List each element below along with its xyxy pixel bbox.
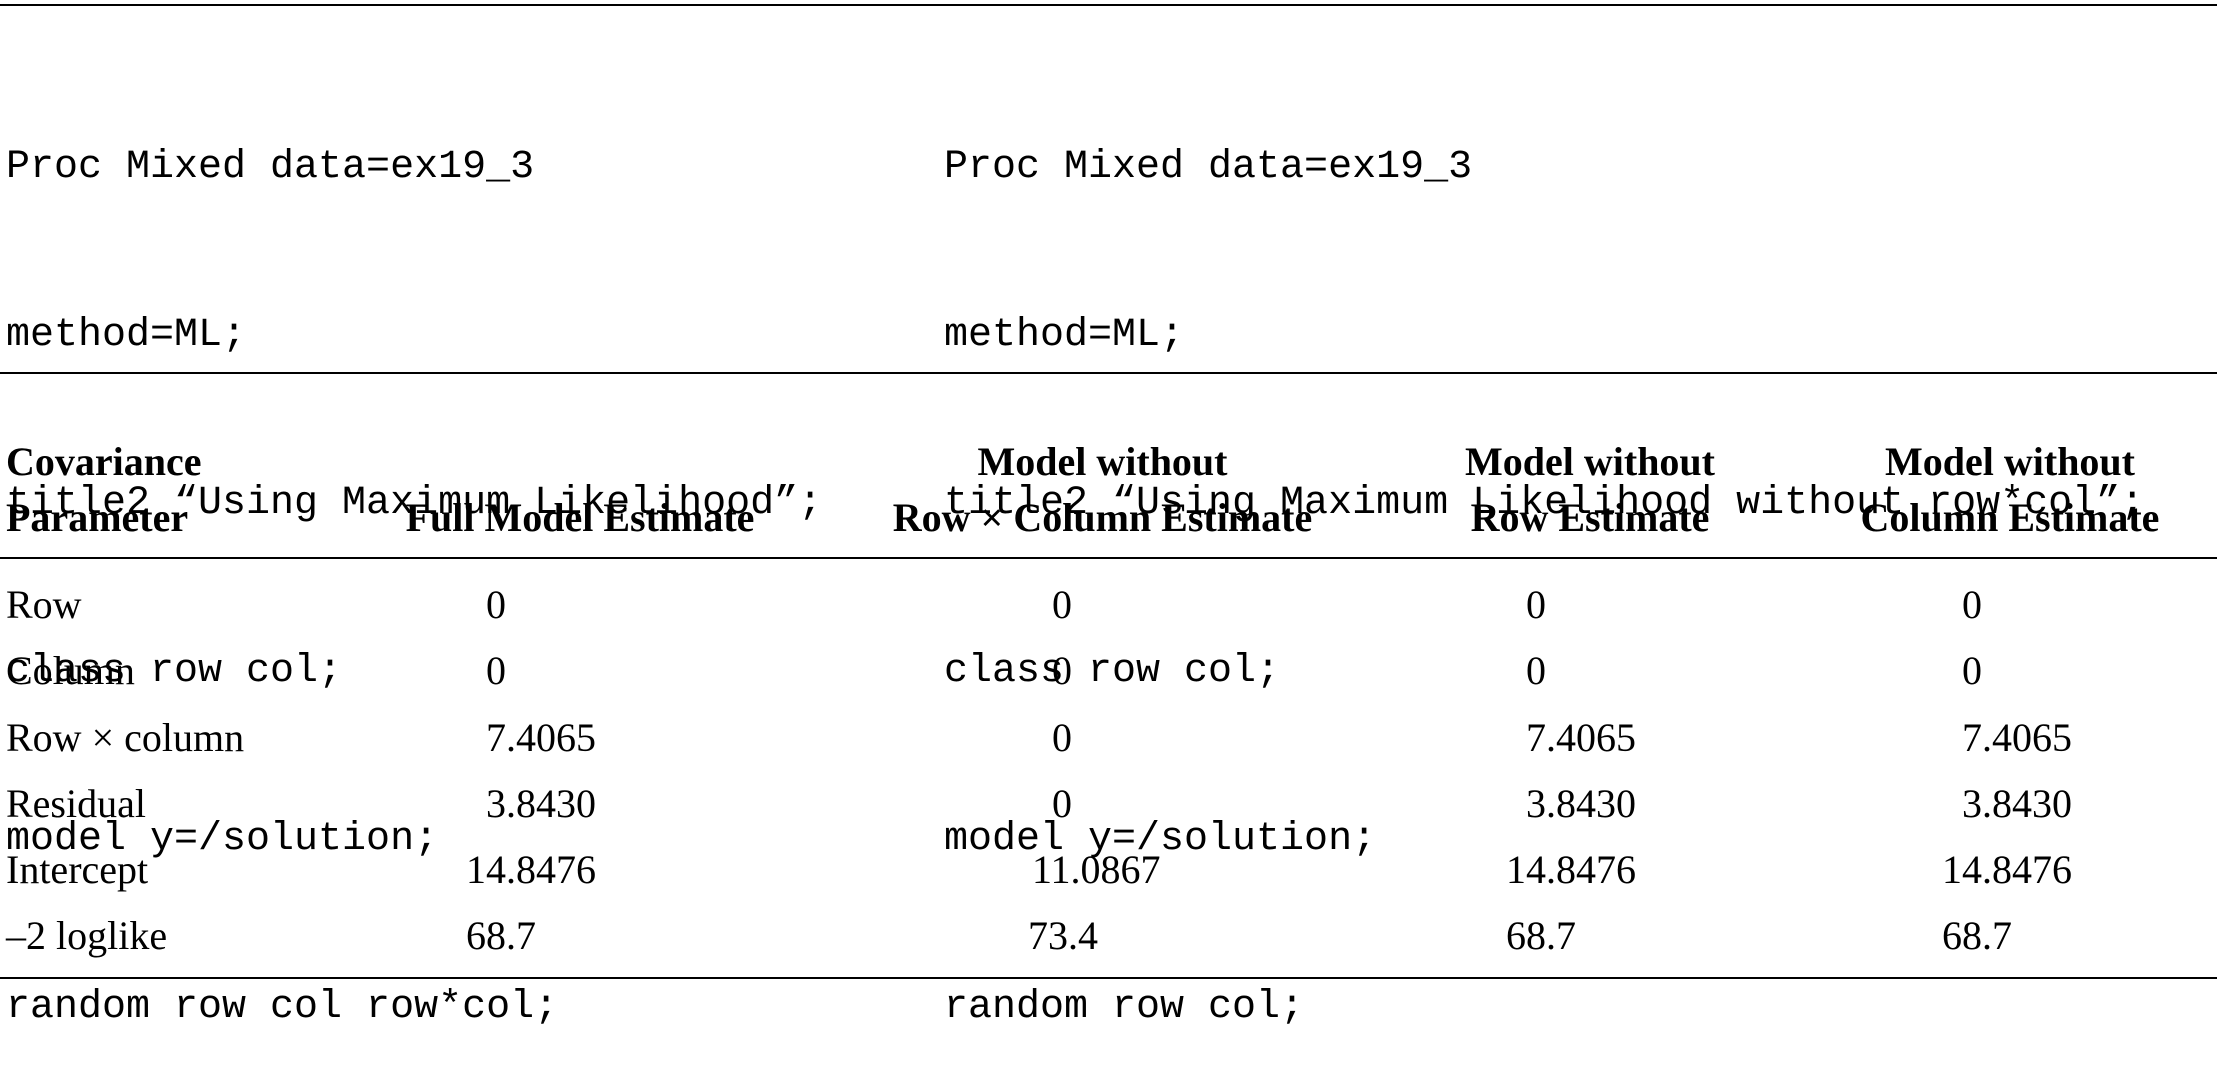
header-rule — [0, 557, 2217, 559]
cell-full: 0 — [486, 648, 506, 693]
cell-no-rowcol: 0 — [1052, 582, 1072, 627]
cell-no-rowcol: 0 — [1052, 715, 1072, 760]
cell-param: Row × column — [6, 715, 245, 760]
code-line: Proc Mixed data=ex19_3 — [944, 145, 1473, 190]
cell-no-col: 0 — [1962, 582, 1982, 627]
cell-full: 7.4065 — [486, 715, 596, 760]
cell-no-row: 7.4065 — [1526, 715, 1636, 760]
header-no-row: Model without Row Estimate — [1465, 439, 1715, 540]
cell-no-row: 0 — [1526, 648, 1546, 693]
code-line: method=ML; — [6, 313, 247, 358]
cell-no-rowcol: 0 — [1052, 648, 1072, 693]
cell-no-rowcol: 73.4 — [1028, 913, 1098, 958]
cell-full: 0 — [486, 582, 506, 627]
cell-no-row: 3.8430 — [1526, 781, 1636, 826]
top-rule — [0, 4, 2217, 6]
code-line: random row col row*col; — [6, 985, 559, 1030]
cell-no-rowcol: 0 — [1052, 781, 1072, 826]
code-line: method=ML; — [944, 313, 1185, 358]
cell-no-col: 0 — [1962, 648, 1982, 693]
cell-full: 3.8430 — [486, 781, 596, 826]
code-line: random row col; — [944, 985, 1305, 1030]
cell-no-row: 68.7 — [1506, 913, 1576, 958]
cell-param: Intercept — [6, 847, 149, 892]
cell-param: –2 loglike — [6, 913, 168, 958]
cell-param: Residual — [6, 781, 146, 826]
cell-full: 14.8476 — [466, 847, 596, 892]
cell-no-col: 3.8430 — [1962, 781, 2072, 826]
cell-no-rowcol: 11.0867 — [1032, 847, 1161, 892]
bottom-rule — [0, 977, 2217, 979]
code-line: Proc Mixed data=ex19_3 — [6, 145, 535, 190]
mid-rule — [0, 372, 2217, 374]
cell-no-col: 7.4065 — [1962, 715, 2072, 760]
cell-param: Row — [6, 582, 82, 627]
cell-param: Column — [6, 648, 135, 693]
cell-no-col: 14.8476 — [1942, 847, 2072, 892]
cell-no-row: 14.8476 — [1506, 847, 1636, 892]
cell-no-col: 68.7 — [1942, 913, 2012, 958]
cell-full: 68.7 — [466, 913, 536, 958]
header-no-col: Model without Column Estimate — [1860, 439, 2160, 540]
header-covariance-parameter: Covariance Parameter — [6, 439, 202, 540]
header-no-rowcol: Model without Row × Column Estimate — [892, 439, 1313, 540]
header-full-model: Full Model Estimate — [405, 495, 755, 540]
cell-no-row: 0 — [1526, 582, 1546, 627]
